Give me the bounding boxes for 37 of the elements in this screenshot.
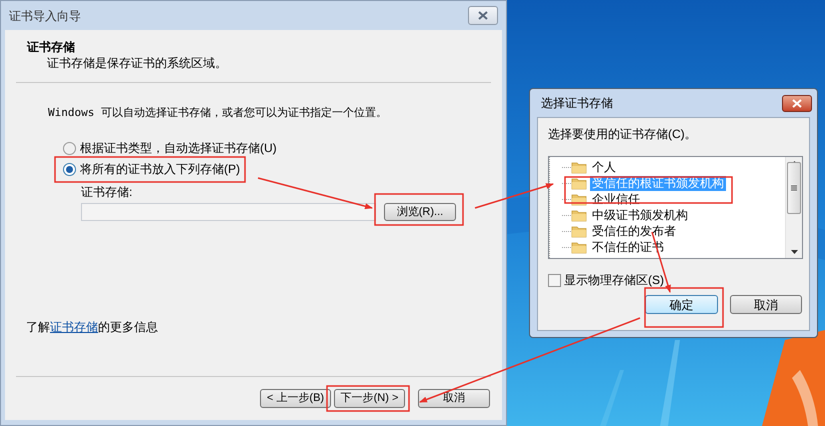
scroll-down-icon	[790, 250, 798, 254]
checkbox[interactable]	[548, 274, 561, 286]
folder-icon	[571, 176, 587, 190]
store-field[interactable]	[81, 203, 376, 221]
intro-text: Windows 可以自动选择证书存储，或者您可以为证书指定一个位置。	[48, 105, 388, 121]
dialog-title: 选择证书存储	[541, 95, 613, 112]
cancel-button[interactable]: 取消	[418, 389, 490, 408]
tree-item[interactable]: 受信任的发布者	[590, 224, 678, 238]
radio-label: 根据证书类型，自动选择证书存储(U)	[80, 141, 277, 156]
checkbox-label: 显示物理存储区(S)	[564, 272, 664, 289]
grip-icon	[791, 184, 797, 190]
folder-icon	[571, 240, 587, 254]
store-link[interactable]: 证书存储	[50, 320, 98, 334]
folder-icon	[571, 160, 587, 174]
tree-item[interactable]: 中级证书颁发机构	[590, 208, 690, 222]
back-button[interactable]: < 上一步(B)	[260, 389, 331, 408]
field-label: 证书存储:	[81, 185, 132, 200]
more-info-text: 了解证书存储的更多信息	[25, 319, 159, 336]
ok-button[interactable]: 确定	[645, 295, 718, 314]
tree-item[interactable]: 个人	[590, 160, 618, 174]
browse-button[interactable]: 浏览(R)...	[384, 203, 456, 221]
folder-icon	[571, 208, 587, 222]
page-heading: 证书存储	[27, 40, 76, 55]
radio-label: 将所有的证书放入下列存储(P)	[80, 162, 240, 177]
dialog-prompt: 选择要使用的证书存储(C)。	[548, 126, 698, 142]
window-title: 证书导入向导	[9, 8, 81, 24]
radio-button[interactable]	[63, 163, 76, 176]
cancel-button[interactable]: 取消	[730, 295, 802, 314]
close-button[interactable]	[782, 94, 812, 112]
next-button[interactable]: 下一步(N) >	[334, 389, 405, 408]
scroll-thumb[interactable]	[787, 162, 801, 214]
radio-button[interactable]	[63, 142, 76, 155]
close-button[interactable]	[468, 6, 498, 25]
folder-icon	[571, 224, 587, 238]
page-subtitle: 证书存储是保存证书的系统区域。	[46, 55, 228, 72]
close-icon	[478, 11, 488, 20]
close-icon	[792, 98, 802, 108]
